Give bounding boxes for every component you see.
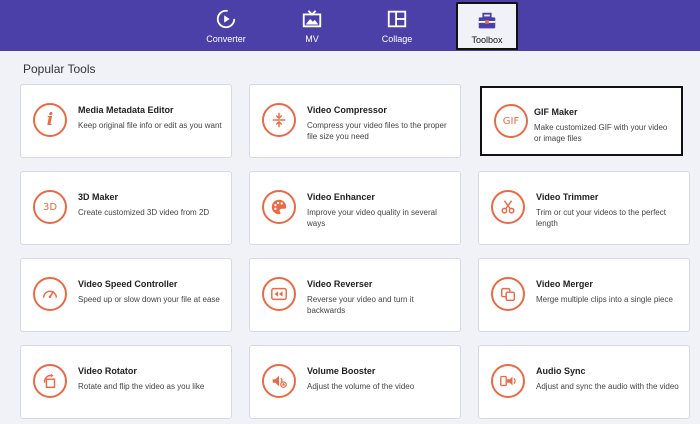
tab-mv-label: MV <box>305 34 319 44</box>
tool-title: Video Speed Controller <box>78 279 178 289</box>
tool-title: Volume Booster <box>307 366 376 376</box>
tool-desc: Merge multiple clips into a single piece <box>536 295 673 304</box>
tool-desc: Improve your video quality in several wa… <box>307 208 437 228</box>
rotate-icon <box>33 364 67 398</box>
tool-card-video-merger[interactable]: Video Merger Merge multiple clips into a… <box>478 258 690 332</box>
tool-card-video-compressor[interactable]: Video Compressor Compress your video fil… <box>249 84 461 158</box>
section-title: Popular Tools <box>23 62 96 76</box>
toolbox-icon <box>476 10 498 32</box>
tool-title: Video Trimmer <box>536 192 599 202</box>
collage-icon <box>386 8 408 30</box>
tool-title: Video Compressor <box>307 105 387 115</box>
tool-desc: Adjust the volume of the video <box>307 382 415 391</box>
tab-collage[interactable]: Collage <box>357 0 437 51</box>
compress-icon <box>262 103 296 137</box>
tool-desc: Keep original file info or edit as you w… <box>78 121 222 130</box>
3d-icon-text: 3D <box>42 201 58 213</box>
tool-desc: Speed up or slow down your file at ease <box>78 295 220 304</box>
tool-card-video-enhancer[interactable]: Video Enhancer Improve your video qualit… <box>249 171 461 245</box>
tool-title: Video Reverser <box>307 279 373 289</box>
volume-icon <box>262 364 296 398</box>
tool-desc: Adjust and sync the audio with the video <box>536 382 679 391</box>
info-icon: i <box>33 103 67 137</box>
gif-icon-text: GIF <box>502 115 520 127</box>
tab-collage-label: Collage <box>381 34 413 44</box>
3d-icon: 3D <box>33 190 67 224</box>
mv-icon <box>301 8 323 30</box>
tool-card-gif-maker[interactable]: GIF GIF Maker Make customized GIF with y… <box>480 86 683 156</box>
tab-toolbox-label: Toolbox <box>471 35 503 45</box>
tool-card-volume-booster[interactable]: Volume Booster Adjust the volume of the … <box>249 345 461 419</box>
tool-title: 3D Maker <box>78 192 119 202</box>
tool-card-media-metadata-editor[interactable]: i Media Metadata Editor Keep original fi… <box>20 84 232 158</box>
tool-title: Audio Sync <box>536 366 586 376</box>
tab-mv[interactable]: MV <box>272 0 352 51</box>
rewind-icon <box>262 277 296 311</box>
tool-title: Media Metadata Editor <box>78 105 174 115</box>
tool-desc: Make customized GIF with your video or i… <box>534 123 668 143</box>
tool-desc: Compress your video files to the proper … <box>307 121 447 141</box>
tab-converter[interactable]: Converter <box>186 0 266 51</box>
tool-card-video-trimmer[interactable]: Video Trimmer Trim or cut your videos to… <box>478 171 690 245</box>
tool-card-video-reverser[interactable]: Video Reverser Reverse your video and tu… <box>249 258 461 332</box>
tool-desc: Reverse your video and turn it backwards <box>307 295 414 315</box>
top-navigation-bar: Converter MV Collage Toolbox <box>0 0 700 51</box>
merge-icon <box>491 277 525 311</box>
tool-desc: Rotate and flip the video as you like <box>78 382 205 391</box>
palette-icon <box>262 190 296 224</box>
scissors-icon <box>491 190 525 224</box>
tool-title: Video Rotator <box>78 366 137 376</box>
tool-card-video-rotator[interactable]: Video Rotator Rotate and flip the video … <box>20 345 232 419</box>
gif-icon: GIF <box>494 104 528 138</box>
tool-desc: Create customized 3D video from 2D <box>78 208 210 217</box>
tool-card-audio-sync[interactable]: Audio Sync Adjust and sync the audio wit… <box>478 345 690 419</box>
tool-title: Video Merger <box>536 279 593 289</box>
tab-toolbox[interactable]: Toolbox <box>456 2 518 50</box>
tool-desc: Trim or cut your videos to the perfect l… <box>536 208 666 228</box>
tool-title: GIF Maker <box>534 107 578 117</box>
tool-title: Video Enhancer <box>307 192 375 202</box>
converter-icon <box>215 8 237 30</box>
tool-card-3d-maker[interactable]: 3D 3D Maker Create customized 3D video f… <box>20 171 232 245</box>
tab-converter-label: Converter <box>206 34 246 44</box>
speedometer-icon <box>33 277 67 311</box>
audio-sync-icon <box>491 364 525 398</box>
tool-card-video-speed-controller[interactable]: Video Speed Controller Speed up or slow … <box>20 258 232 332</box>
